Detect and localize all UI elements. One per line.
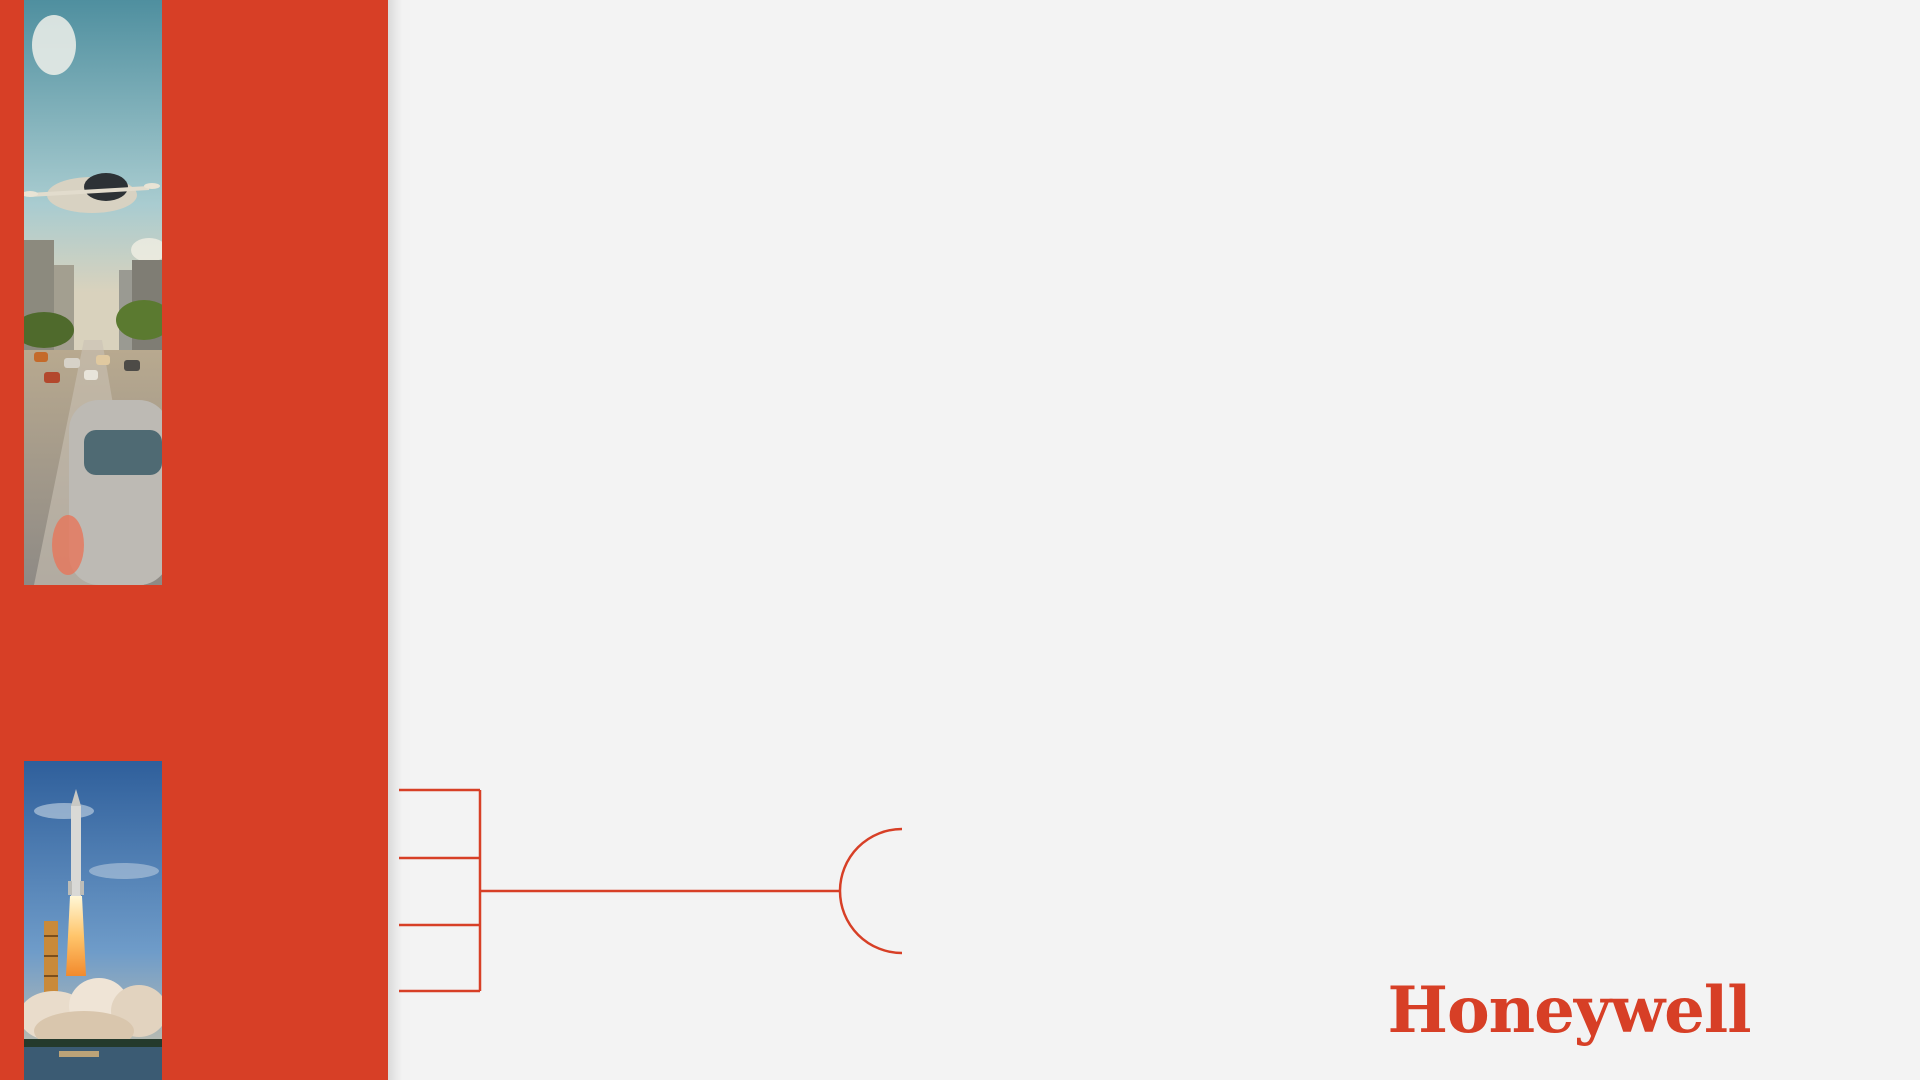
honeywell-logo: Honeywell (1387, 972, 1751, 1048)
half-circle-node (838, 827, 903, 955)
bracket-connector-diagram (399, 788, 903, 993)
